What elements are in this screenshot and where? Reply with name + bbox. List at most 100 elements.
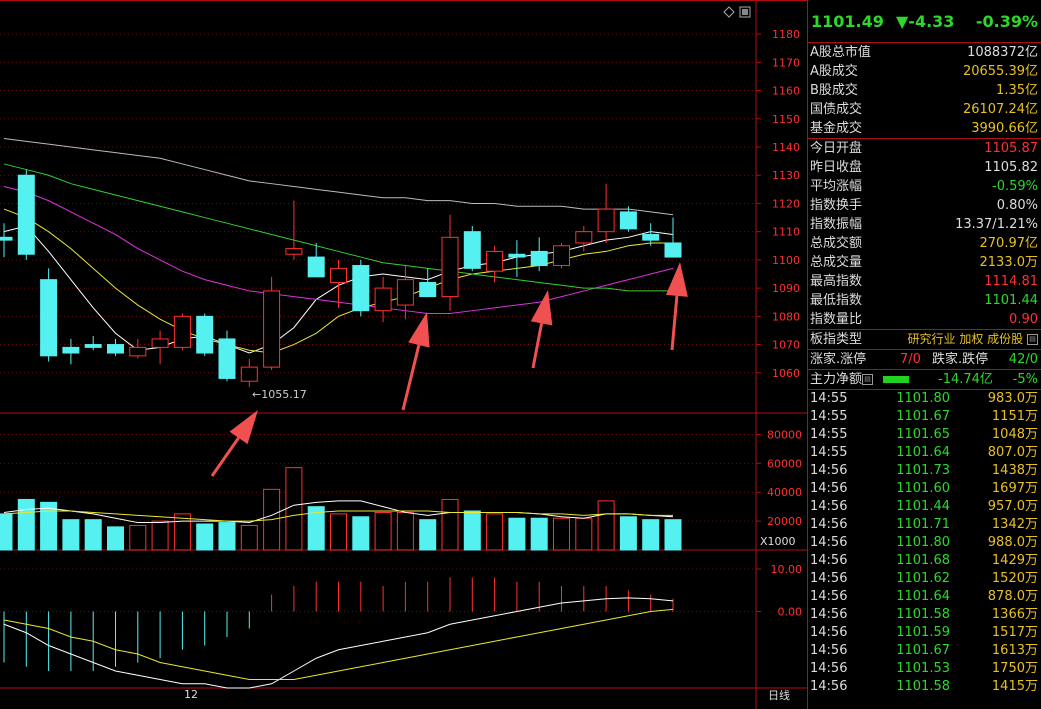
candle [619,211,637,230]
volume-bar [352,516,370,551]
quote-header: 1101.49 ▼-4.33 -0.39% [808,0,1041,43]
volume-unit-label: X1000 [760,535,796,548]
detail-icon[interactable]: ▤ [862,374,874,385]
tick-time: 14:56 [810,661,848,676]
market-stat-row: A股成交 20655.39亿 [808,62,1041,81]
tick-price: 1101.71 [896,517,950,532]
volume-bar [218,522,236,551]
price-tick-label: 1150 [772,113,800,126]
tick-row: 14:56 1101.53 1750万 [808,660,1041,678]
price-tick-label: 1120 [772,197,800,210]
price-tick-label: 1180 [772,28,800,41]
candle [508,253,526,258]
candle [218,338,236,379]
tick-row: 14:56 1101.67 1613万 [808,642,1041,660]
index-stats: 今日开盘 1105.87 昨日收盘 1105.82 平均涨幅 -0.59% 指数换手 0.80… [808,139,1041,329]
index-stat-row-value: 0.80% [996,198,1038,213]
tick-vol: 1151万 [991,409,1038,424]
tick-time: 14:56 [810,643,848,658]
tick-vol: 1048万 [991,427,1038,442]
volume-tick-label: 40000 [767,486,802,499]
index-stat-row-label: 总成交额 [810,236,863,251]
volume-bar [575,517,593,551]
index-stat-row-value: 1105.82 [984,160,1038,175]
price-tick-label: 1170 [772,56,800,69]
market-stat-row-label: 国债成交 [810,102,863,117]
candle [352,265,370,312]
macd-dea-line [3,608,674,680]
index-stat-row-value: 270.97亿 [979,236,1039,251]
candle [151,338,169,348]
net-flow-row: 主力净额 ▤ -14.74亿 -5% [810,372,1038,387]
tick-time: 14:56 [810,481,848,496]
tick-price: 1101.73 [896,463,950,478]
index-stat-row-value: 1105.87 [984,141,1038,156]
volume-bar [530,517,548,551]
candle [240,366,258,382]
tick-time: 14:56 [810,517,848,532]
market-stat-row-label: 基金成交 [810,121,863,136]
last-price: 1101.49 [811,12,884,31]
tick-row: 14:55 1101.65 1048万 [808,426,1041,444]
index-stat-row-label: 指数换手 [810,198,863,213]
volume-bar [129,524,147,551]
tick-vol: 1438万 [991,463,1038,478]
index-stat-row-label: 平均涨幅 [810,179,863,194]
diamond-icon[interactable] [723,6,735,18]
annotation-arrow-shaft [210,437,240,477]
tick-vol: 983.0万 [987,391,1038,406]
expand-icon[interactable]: ▤ [1027,334,1038,345]
period-label[interactable]: 日线 [768,688,790,702]
tick-vol: 957.0万 [987,499,1038,514]
annotation-arrow-head [229,410,258,445]
index-stat-row: 今日开盘 1105.87 [808,139,1041,158]
tick-list[interactable]: 14:55 1101.80 983.0万 14:55 1101.67 1151万 14:55… [808,390,1041,696]
candle [374,287,392,312]
index-stat-row-label: 最低指数 [810,293,863,308]
candle [463,231,481,269]
sector-tags[interactable]: 研究行业 加权 成份股 ▤ [908,330,1038,349]
candle [307,256,325,278]
market-stat-row-value: 1.35亿 [996,83,1038,98]
tick-time: 14:55 [810,445,848,460]
index-stat-row-label: 指数振幅 [810,217,863,232]
tick-vol: 988.0万 [987,535,1038,550]
tick-row: 14:56 1101.80 988.0万 [808,534,1041,552]
price-tick-label: 1070 [772,339,800,352]
macd-tick-label: 10.00 [771,563,803,576]
tick-row: 14:56 1101.62 1520万 [808,570,1041,588]
volume-bar [107,526,124,551]
tick-price: 1101.80 [896,535,950,550]
index-stat-row: 平均涨幅 -0.59% [808,177,1041,196]
index-stat-row-label: 总成交量 [810,255,863,270]
month-label: 12 [184,688,198,701]
market-stat-row-label: B股成交 [810,83,858,98]
tick-price: 1101.53 [896,661,950,676]
volume-bar [330,513,347,551]
tick-price: 1101.64 [896,589,950,604]
candle [330,267,347,283]
candle [530,250,548,267]
kline-chart[interactable]: 1060 1070 1080 1090 1100 1110 1120 1130 1140 1150… [0,0,807,709]
tick-price: 1101.67 [896,409,950,424]
index-stat-row: 指数换手 0.80% [808,196,1041,215]
tick-price: 1101.80 [896,391,950,406]
candle [0,236,13,241]
volume-tick-label: 80000 [767,428,802,441]
tick-price: 1101.44 [896,499,950,514]
tick-vol: 878.0万 [987,589,1038,604]
market-stat-row: A股总市值 1088372亿 [808,43,1041,62]
sector-row[interactable]: 板指类型 研究行业 加权 成份股 ▤ [808,330,1041,349]
volume-bar [151,520,169,551]
volume-bar [173,513,191,551]
candle [40,279,58,357]
price-tick-label: 1110 [772,226,800,239]
index-stat-row-label: 指数量比 [810,312,863,327]
price-tick-label: 1060 [772,367,800,380]
quote-panel: 1101.49 ▼-4.33 -0.39% A股总市值 1088372亿 A股成交 2… [807,0,1041,709]
tick-vol: 1750万 [991,661,1038,676]
tick-price: 1101.67 [896,643,950,658]
annotation-arrow-shaft [531,323,544,369]
window-control-icons[interactable] [723,6,751,18]
price-tick-label: 1160 [772,85,800,98]
